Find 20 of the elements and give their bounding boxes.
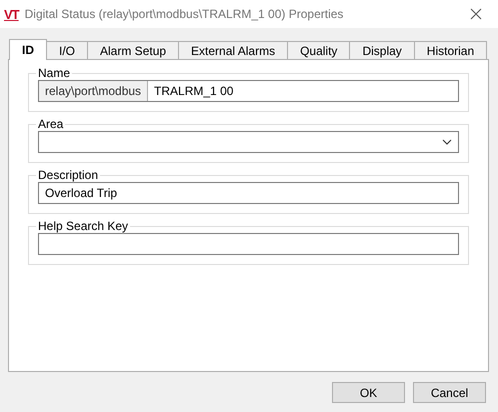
dialog-button[interactable]: Cancel [413, 382, 486, 403]
area-dropdown[interactable] [38, 131, 459, 153]
group-label: Name [37, 66, 72, 80]
text-field[interactable]: Overload Trip [38, 182, 459, 204]
caret-icon [442, 139, 452, 145]
text-field[interactable] [38, 233, 459, 255]
window-title: Digital Status (relay\port\modbus\TRALRM_1 00) Properties [24, 7, 344, 21]
tab[interactable]: Quality [287, 41, 350, 59]
group-label: Description [37, 168, 100, 182]
close-icon[interactable] [470, 8, 482, 20]
dialog-button[interactable]: OK [332, 382, 405, 403]
tab[interactable]: ID [9, 39, 47, 60]
group-label: Area [37, 117, 64, 131]
tab[interactable]: Historian [414, 41, 488, 59]
name-field[interactable]: relay\port\modbus TRALRM_1 00 [38, 80, 459, 102]
tab[interactable]: Alarm Setup [87, 41, 180, 59]
name-prefix: relay\port\modbus [39, 81, 148, 101]
app-logo: VT [4, 6, 19, 22]
tab[interactable]: Display [349, 41, 415, 59]
group-label: Help Search Key [37, 219, 130, 233]
